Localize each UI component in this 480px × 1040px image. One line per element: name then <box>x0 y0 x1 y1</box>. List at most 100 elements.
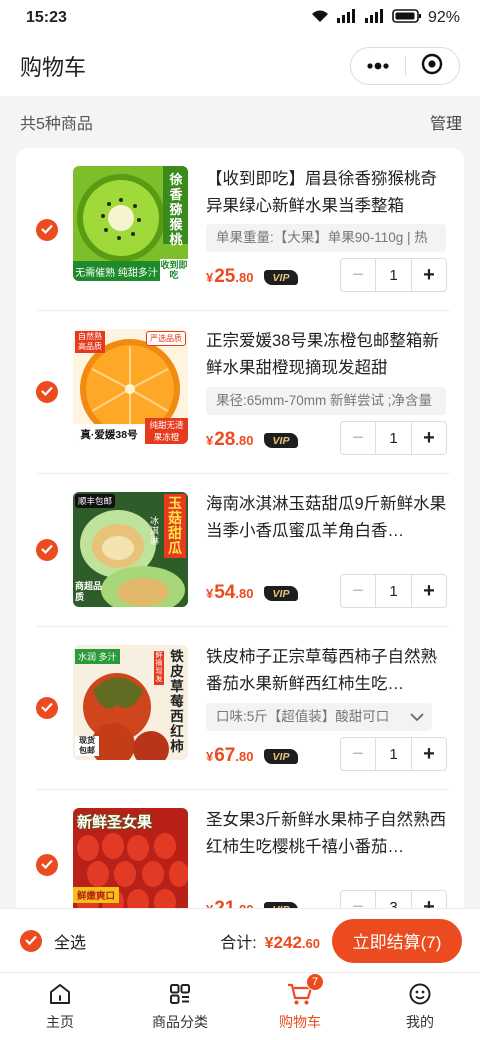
product-spec[interactable]: 单果重量:【大果】单果90-110g | 热 <box>206 224 446 252</box>
image-banner: 商超品质 <box>75 581 103 602</box>
product-spec-select[interactable]: 口味:5斤【超值装】酸甜可口 <box>206 703 432 731</box>
image-corner-tag: 自然熟 高品质 <box>75 331 105 353</box>
decrease-button[interactable]: − <box>341 575 375 607</box>
image-side-subtext: 冰淇淋 <box>150 516 160 546</box>
tab-home[interactable]: 主页 <box>0 973 120 1040</box>
image-badge: 收到即吃 <box>160 259 188 281</box>
more-button[interactable] <box>351 48 405 84</box>
cart-total: 合计: ¥242.60 <box>220 929 320 953</box>
wifi-icon <box>310 8 330 29</box>
decrease-button[interactable]: − <box>341 738 375 770</box>
item-checkbox[interactable] <box>36 539 58 561</box>
cart-list: 徐香猕猴桃 无需催熟 纯甜多汁 收到即吃 【收到即吃】眉县徐香猕猴桃奇异果绿心新… <box>16 148 464 918</box>
vip-badge: VIP <box>264 749 298 764</box>
manage-button[interactable]: 管理 <box>430 110 462 134</box>
increase-button[interactable]: + <box>412 738 446 770</box>
signal-icon-2 <box>364 8 386 29</box>
decrease-button[interactable]: − <box>341 259 375 291</box>
cart-summary-bar: 共5种商品 管理 <box>0 96 480 148</box>
cart-item: 水润 多汁 铁皮草莓西红柿 鲜摘现发 现货 包邮 铁皮柿子正宗草莓西柿子自然熟番… <box>16 627 464 789</box>
check-icon <box>41 856 53 874</box>
product-image[interactable]: 新鲜圣女果 鲜嫩爽口 <box>73 808 188 918</box>
select-all-checkbox[interactable] <box>20 929 42 952</box>
status-bar: 15:23 92% <box>0 0 480 36</box>
quantity-value[interactable]: 1 <box>375 738 412 770</box>
product-image[interactable]: 顺丰包邮 玉菇甜瓜 冰淇淋 商超品质 <box>73 492 188 607</box>
cart-item: 自然熟 高品质 严选品质 真·爱媛38号 纯甜无渣 果冻橙 正宗爱媛38号果冻橙… <box>16 311 464 473</box>
product-image[interactable]: 徐香猕猴桃 无需催熟 纯甜多汁 收到即吃 <box>73 166 188 281</box>
tab-category[interactable]: 商品分类 <box>120 973 240 1040</box>
quantity-value[interactable]: 1 <box>375 575 412 607</box>
image-corner-tag: 水润 多汁 <box>75 649 120 664</box>
product-image[interactable]: 自然熟 高品质 严选品质 真·爱媛38号 纯甜无渣 果冻橙 <box>73 329 188 444</box>
battery-level: 92% <box>427 9 460 26</box>
checkout-button[interactable]: 立即结算(7) <box>332 918 462 963</box>
cart-item: 新鲜圣女果 鲜嫩爽口 圣女果3斤新鲜水果柿子自然熟西红柿生吃樱桃千禧小番茄… ¥… <box>16 790 464 918</box>
increase-button[interactable]: + <box>412 259 446 291</box>
quantity-value[interactable]: 1 <box>375 422 412 454</box>
image-shipping-tag: 顺丰包邮 <box>75 494 116 508</box>
target-icon <box>421 53 443 80</box>
total-label: 合计: <box>220 934 257 952</box>
cart-count-badge: 7 <box>306 973 324 991</box>
product-price: ¥28.80 <box>206 429 254 450</box>
product-image[interactable]: 水润 多汁 铁皮草莓西红柿 鲜摘现发 现货 包邮 <box>73 645 188 760</box>
tab-profile[interactable]: 我的 <box>360 973 480 1040</box>
image-banner: 鲜嫩爽口 <box>73 887 120 903</box>
profile-icon <box>406 981 434 1007</box>
tab-label: 主页 <box>46 1014 74 1030</box>
product-spec[interactable]: 果径:65mm-70mm 新鲜尝试 ;净含量 <box>206 387 446 415</box>
image-banner: 现货 包邮 <box>75 736 99 756</box>
cart-item: 顺丰包邮 玉菇甜瓜 冰淇淋 商超品质 海南冰淇淋玉菇甜瓜9斤新鲜水果当季小香瓜蜜… <box>16 474 464 626</box>
product-spec: 口味:5斤【超值装】酸甜可口 <box>216 709 390 724</box>
decrease-button[interactable]: − <box>341 422 375 454</box>
battery-icon <box>392 8 422 29</box>
checkout-bar: 全选 合计: ¥242.60 立即结算(7) <box>0 908 480 972</box>
quantity-stepper: − 1 + <box>340 421 447 455</box>
product-name[interactable]: 圣女果3斤新鲜水果柿子自然熟西红柿生吃樱桃千禧小番茄… <box>206 807 452 861</box>
check-icon <box>41 699 53 717</box>
image-side-text: 玉菇甜瓜 <box>164 494 186 558</box>
product-name[interactable]: 海南冰淇淋玉菇甜瓜9斤新鲜水果当季小香瓜蜜瓜羊角白香… <box>206 491 452 545</box>
image-quality-tag: 严选品质 <box>146 331 186 346</box>
image-banner: 无需催熟 纯甜多汁 <box>73 261 160 281</box>
image-banner: 真·爱媛38号 <box>73 424 145 444</box>
product-price: ¥25.80 <box>206 266 254 287</box>
check-icon <box>41 541 53 559</box>
quantity-value[interactable]: 1 <box>375 259 412 291</box>
product-name[interactable]: 【收到即吃】眉县徐香猕猴桃奇异果绿心新鲜水果当季整箱 <box>206 166 452 220</box>
vip-badge: VIP <box>264 586 298 601</box>
page-header: 购物车 <box>0 36 480 96</box>
image-side-text: 铁皮草莓西红柿 <box>170 649 184 754</box>
increase-button[interactable]: + <box>412 422 446 454</box>
home-icon <box>46 981 74 1007</box>
cart-icon: 7 <box>286 973 324 1007</box>
check-icon <box>25 932 37 950</box>
item-checkbox[interactable] <box>36 381 58 403</box>
tab-label: 购物车 <box>279 1014 321 1030</box>
item-checkbox[interactable] <box>36 697 58 719</box>
more-icon <box>366 57 390 75</box>
quantity-stepper: − 1 + <box>340 258 447 292</box>
product-name[interactable]: 正宗爱媛38号果冻橙包邮整箱新鲜水果甜橙现摘现发超甜 <box>206 328 452 382</box>
select-all-label[interactable]: 全选 <box>54 929 86 953</box>
category-icon <box>166 981 194 1007</box>
tab-label: 我的 <box>406 1014 434 1030</box>
status-time: 15:23 <box>26 9 67 26</box>
close-miniprogram-button[interactable] <box>406 48 460 84</box>
signal-icon <box>336 8 358 29</box>
item-checkbox[interactable] <box>36 219 58 241</box>
image-side-text: 徐香猕猴桃 <box>169 172 183 247</box>
quantity-stepper: − 1 + <box>340 737 447 771</box>
quantity-stepper: − 1 + <box>340 574 447 608</box>
miniprogram-capsule <box>350 47 460 85</box>
vip-badge: VIP <box>264 270 298 285</box>
product-name[interactable]: 铁皮柿子正宗草莓西柿子自然熟番茄水果新鲜西红柿生吃… <box>206 644 452 698</box>
increase-button[interactable]: + <box>412 575 446 607</box>
check-icon <box>41 221 53 239</box>
image-badge: 纯甜无渣 果冻橙 <box>145 418 188 444</box>
item-count-label: 共5种商品 <box>20 116 93 133</box>
item-checkbox[interactable] <box>36 854 58 876</box>
tab-cart[interactable]: 7 购物车 <box>240 973 360 1040</box>
chevron-down-icon <box>408 703 426 731</box>
